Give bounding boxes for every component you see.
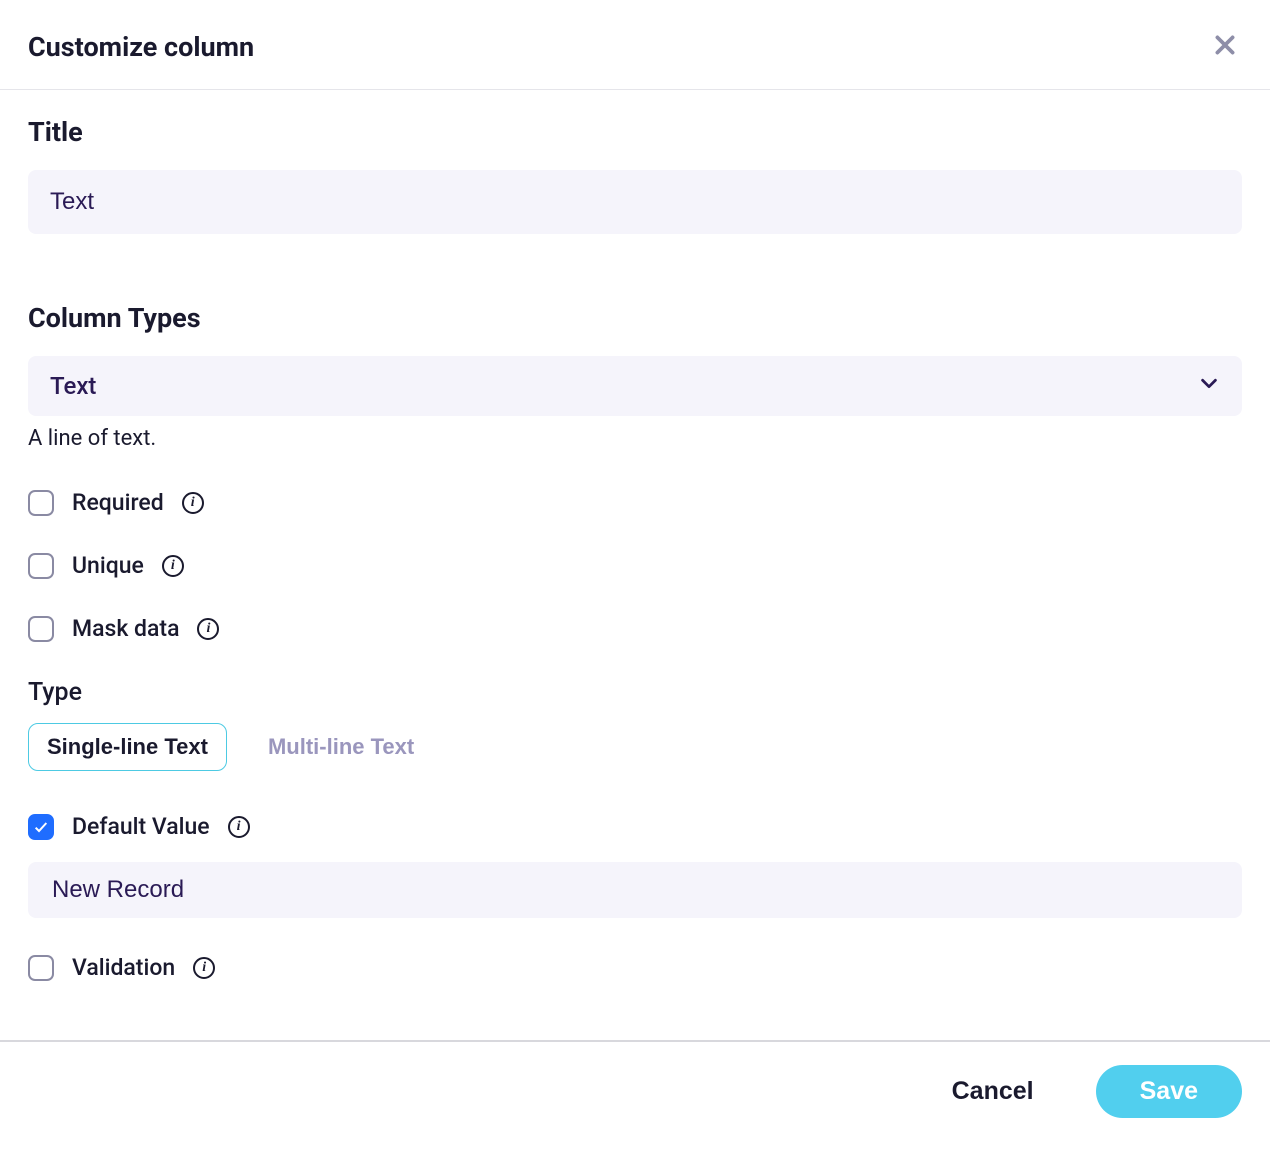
title-group: Title — [28, 116, 1242, 234]
unique-label: Unique — [72, 552, 144, 579]
save-button[interactable]: Save — [1096, 1065, 1242, 1118]
info-icon[interactable]: i — [162, 555, 184, 577]
close-icon — [1212, 32, 1238, 61]
column-types-group: Column Types Text A line of text. Requir… — [28, 302, 1242, 1017]
required-row: Required i — [28, 489, 1242, 516]
default-value-group: Default Value i — [28, 813, 1242, 918]
default-value-label: Default Value — [72, 813, 210, 840]
tab-multi-line[interactable]: Multi-line Text — [249, 723, 433, 771]
required-label: Required — [72, 489, 164, 516]
maskdata-checkbox[interactable] — [28, 616, 54, 642]
column-type-select-wrap: Text — [28, 356, 1242, 416]
close-button[interactable] — [1208, 28, 1242, 65]
validation-label: Validation — [72, 954, 175, 981]
type-label: Type — [28, 678, 1242, 707]
info-icon[interactable]: i — [182, 492, 204, 514]
column-type-selected: Text — [50, 372, 96, 400]
unique-checkbox[interactable] — [28, 553, 54, 579]
info-icon[interactable]: i — [197, 618, 219, 640]
info-icon[interactable]: i — [193, 957, 215, 979]
chevron-down-icon — [1198, 372, 1220, 400]
column-type-select[interactable]: Text — [28, 356, 1242, 416]
column-types-label: Column Types — [28, 302, 1242, 334]
modal-header: Customize column — [0, 0, 1270, 90]
cancel-button[interactable]: Cancel — [952, 1077, 1034, 1106]
default-value-row: Default Value i — [28, 813, 1242, 840]
tab-single-line[interactable]: Single-line Text — [28, 723, 227, 771]
footer-divider — [0, 1040, 1270, 1042]
required-checkbox[interactable] — [28, 490, 54, 516]
title-input[interactable] — [28, 170, 1242, 234]
maskdata-row: Mask data i — [28, 615, 1242, 642]
title-label: Title — [28, 116, 1242, 148]
maskdata-label: Mask data — [72, 615, 179, 642]
customize-column-modal: Customize column Title Column Types Text — [0, 0, 1270, 1150]
info-icon[interactable]: i — [228, 816, 250, 838]
default-value-input[interactable] — [28, 862, 1242, 918]
default-value-checkbox[interactable] — [28, 814, 54, 840]
type-tabs: Single-line Text Multi-line Text — [28, 723, 1242, 771]
validation-row: Validation i — [28, 954, 1242, 981]
modal-footer: Cancel Save — [0, 1047, 1270, 1150]
modal-body: Title Column Types Text A line of text. — [0, 90, 1270, 1047]
modal-title: Customize column — [28, 31, 254, 63]
column-type-helper: A line of text. — [28, 426, 1242, 451]
unique-row: Unique i — [28, 552, 1242, 579]
validation-checkbox[interactable] — [28, 955, 54, 981]
